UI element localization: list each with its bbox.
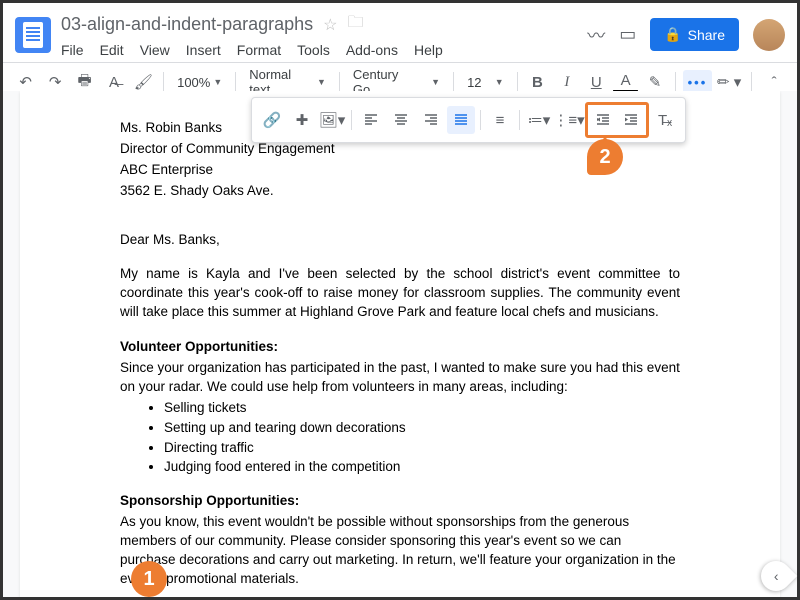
callout-2: 2 <box>587 139 623 175</box>
overflow-toolbar: 🔗 ✚ 🖼▾ ≡ ≔▾ ⋮≡▾ T̶ₓ <box>251 97 686 143</box>
list-item[interactable]: Directing traffic <box>164 439 680 458</box>
insert-link-button[interactable]: 🔗 <box>258 106 286 134</box>
greeting[interactable]: Dear Ms. Banks, <box>120 231 680 250</box>
font-size-select[interactable]: 12 ▼ <box>461 72 510 93</box>
address-line[interactable]: 3562 E. Shady Oaks Ave. <box>120 182 680 201</box>
document-area: Ms. Robin Banks Director of Community En… <box>3 91 797 597</box>
menu-tools[interactable]: Tools <box>297 42 330 58</box>
trend-icon[interactable]: 〰 <box>587 22 605 48</box>
page[interactable]: Ms. Robin Banks Director of Community En… <box>20 91 780 597</box>
sponsorship-heading[interactable]: Sponsorship Opportunities: <box>120 492 680 511</box>
list-item[interactable]: Setting up and tearing down decorations <box>164 419 680 438</box>
comments-icon[interactable]: ▭ <box>619 24 636 45</box>
document-title[interactable]: 03-align-and-indent-paragraphs <box>61 14 313 35</box>
indent-group-highlight <box>585 102 649 138</box>
folder-icon[interactable]: 🗀 <box>348 11 364 38</box>
align-justify-button[interactable] <box>447 106 475 134</box>
title-bar: 03-align-and-indent-paragraphs ☆ 🗀 File … <box>3 3 797 62</box>
line-spacing-button[interactable]: ≡ <box>486 106 514 134</box>
text-color-button[interactable]: A <box>613 71 638 93</box>
clear-formatting-button[interactable]: T̶ₓ <box>651 106 679 134</box>
list-item[interactable]: Judging food entered in the competition <box>164 458 680 477</box>
menu-file[interactable]: File <box>61 42 84 58</box>
share-label: Share <box>688 27 725 43</box>
insert-image-button[interactable]: 🖼▾ <box>318 106 346 134</box>
lock-icon: 🔒 <box>664 26 681 43</box>
star-icon[interactable]: ☆ <box>323 15 337 35</box>
volunteer-heading[interactable]: Volunteer Opportunities: <box>120 338 680 357</box>
menu-bar: File Edit View Insert Format Tools Add-o… <box>61 42 587 58</box>
list-item[interactable]: Selling tickets <box>164 399 680 418</box>
avatar[interactable] <box>753 19 785 51</box>
intro-paragraph[interactable]: My name is Kayla and I've been selected … <box>120 265 680 322</box>
menu-view[interactable]: View <box>140 42 170 58</box>
bulleted-list-button[interactable]: ⋮≡▾ <box>555 106 583 134</box>
numbered-list-button[interactable]: ≔▾ <box>525 106 553 134</box>
menu-edit[interactable]: Edit <box>100 42 124 58</box>
align-center-button[interactable] <box>387 106 415 134</box>
menu-insert[interactable]: Insert <box>186 42 221 58</box>
volunteer-list[interactable]: Selling tickets Setting up and tearing d… <box>164 399 680 478</box>
align-right-button[interactable] <box>417 106 445 134</box>
align-left-button[interactable] <box>357 106 385 134</box>
menu-help[interactable]: Help <box>414 42 443 58</box>
share-button[interactable]: 🔒 Share <box>650 18 739 51</box>
insert-comment-button[interactable]: ✚ <box>288 106 316 134</box>
zoom-select[interactable]: 100%▼ <box>171 72 228 93</box>
docs-logo[interactable] <box>15 17 51 53</box>
increase-indent-button[interactable] <box>617 106 645 134</box>
menu-addons[interactable]: Add-ons <box>346 42 398 58</box>
callout-1: 1 <box>131 561 167 597</box>
sponsorship-text[interactable]: As you know, this event wouldn't be poss… <box>120 513 680 589</box>
volunteer-text[interactable]: Since your organization has participated… <box>120 359 680 397</box>
menu-format[interactable]: Format <box>237 42 281 58</box>
